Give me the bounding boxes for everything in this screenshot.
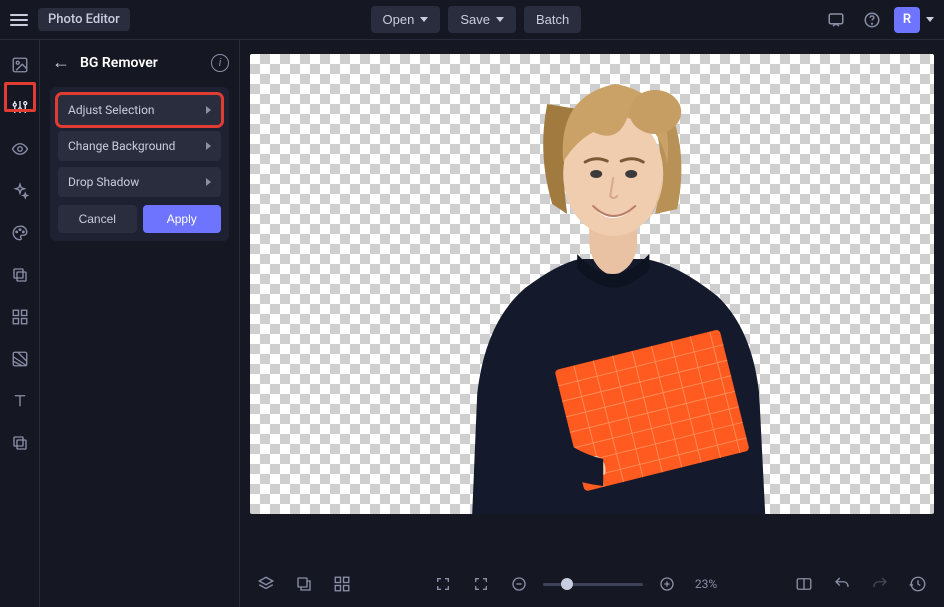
option-drop-shadow[interactable]: Drop Shadow — [58, 167, 221, 197]
option-label: Change Background — [68, 139, 175, 153]
sparkle-icon[interactable] — [7, 178, 33, 204]
chevron-right-icon — [206, 178, 211, 186]
panel-bg-remover: ← BG Remover i Adjust Selection Change B… — [40, 40, 240, 607]
chevron-down-icon — [420, 17, 428, 22]
help-icon[interactable] — [858, 6, 886, 34]
canvas-checkerboard[interactable] — [250, 54, 934, 514]
option-change-background[interactable]: Change Background — [58, 131, 221, 161]
bottombar: 23% — [240, 561, 944, 607]
compare-icon[interactable] — [790, 570, 818, 598]
zoom-in-icon[interactable] — [653, 570, 681, 598]
save-button[interactable]: Save — [448, 6, 516, 33]
open-button[interactable]: Open — [371, 6, 441, 33]
fullscreen-icon[interactable] — [429, 570, 457, 598]
open-label: Open — [383, 12, 415, 27]
avatar[interactable]: R — [894, 7, 920, 33]
tool-rail — [0, 40, 40, 607]
grid-icon[interactable] — [7, 304, 33, 330]
back-arrow-icon[interactable]: ← — [52, 52, 70, 73]
panel-title: BG Remover — [80, 55, 201, 71]
chevron-down-icon[interactable] — [926, 17, 934, 22]
text-icon[interactable] — [7, 388, 33, 414]
topbar: Photo Editor Open Save Batch R — [0, 0, 944, 40]
redo-icon[interactable] — [866, 570, 894, 598]
copy-icon[interactable] — [7, 430, 33, 456]
gallery-grid-icon[interactable] — [328, 570, 356, 598]
comment-icon[interactable] — [822, 6, 850, 34]
layers-square-icon[interactable] — [7, 262, 33, 288]
subject-cutout — [417, 54, 797, 514]
fit-screen-icon[interactable] — [467, 570, 495, 598]
undo-icon[interactable] — [828, 570, 856, 598]
export-icon[interactable] — [290, 570, 318, 598]
history-icon[interactable] — [904, 570, 932, 598]
palette-icon[interactable] — [7, 220, 33, 246]
menu-icon[interactable] — [10, 11, 28, 29]
option-label: Adjust Selection — [68, 103, 155, 117]
eye-icon[interactable] — [7, 136, 33, 162]
zoom-thumb[interactable] — [561, 578, 573, 590]
zoom-percent: 23% — [695, 577, 717, 591]
cancel-button[interactable]: Cancel — [58, 205, 137, 233]
app-title: Photo Editor — [38, 8, 130, 31]
canvas-area: 23% — [240, 40, 944, 607]
adjust-icon[interactable] — [7, 94, 33, 120]
overlay-icon[interactable] — [7, 346, 33, 372]
layers-icon[interactable] — [252, 570, 280, 598]
image-icon[interactable] — [7, 52, 33, 78]
chevron-right-icon — [206, 106, 211, 114]
batch-button[interactable]: Batch — [524, 6, 581, 33]
info-icon[interactable]: i — [211, 54, 229, 72]
apply-button[interactable]: Apply — [143, 205, 222, 233]
batch-label: Batch — [536, 12, 569, 27]
zoom-slider[interactable] — [543, 583, 643, 586]
chevron-right-icon — [206, 142, 211, 150]
option-label: Drop Shadow — [68, 175, 139, 189]
chevron-down-icon — [496, 17, 504, 22]
save-label: Save — [460, 12, 490, 27]
zoom-out-icon[interactable] — [505, 570, 533, 598]
option-adjust-selection[interactable]: Adjust Selection — [58, 95, 221, 125]
avatar-letter: R — [903, 12, 911, 27]
